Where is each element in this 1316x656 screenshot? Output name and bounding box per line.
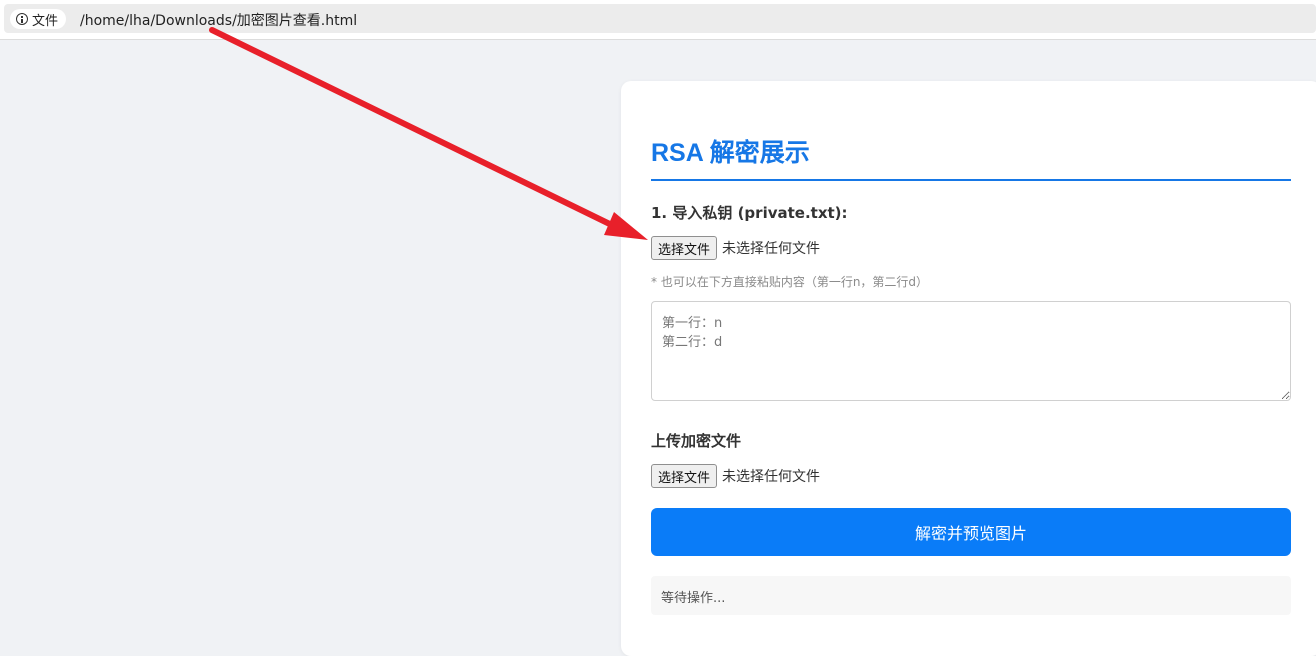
encrypted-file-row: 选择文件 未选择任何文件 [651, 464, 820, 488]
private-key-textarea[interactable] [651, 301, 1291, 401]
url-box[interactable]: 文件 /home/lha/Downloads/加密图片查看.html [4, 4, 1316, 33]
decrypt-preview-button[interactable]: 解密并预览图片 [651, 508, 1291, 556]
private-key-file-status: 未选择任何文件 [722, 241, 821, 257]
status-box: 等待操作... [651, 576, 1291, 615]
site-info-label: 文件 [32, 13, 59, 29]
url-text[interactable]: /home/lha/Downloads/加密图片查看.html [80, 10, 357, 30]
encrypted-choose-file-button[interactable]: 选择文件 [651, 464, 718, 488]
private-key-file-row: 选择文件 未选择任何文件 [651, 236, 820, 260]
site-info-chip[interactable]: 文件 [10, 9, 67, 29]
paste-hint: * 也可以在下方直接粘贴内容（第一行n，第二行d） [651, 275, 929, 289]
browser-address-bar: 文件 /home/lha/Downloads/加密图片查看.html [0, 0, 1316, 40]
info-icon [16, 13, 28, 25]
private-key-choose-file-button[interactable]: 选择文件 [651, 236, 718, 260]
encrypted-file-label: 上传加密文件 [651, 432, 742, 450]
encrypted-file-status: 未选择任何文件 [722, 469, 821, 485]
page-title: RSA 解密展示 [651, 133, 1291, 181]
arrow-shaft [209, 27, 625, 233]
private-key-label: 1. 导入私钥 (private.txt): [651, 204, 848, 222]
decrypt-card: RSA 解密展示 1. 导入私钥 (private.txt): 选择文件 未选择… [621, 81, 1316, 656]
